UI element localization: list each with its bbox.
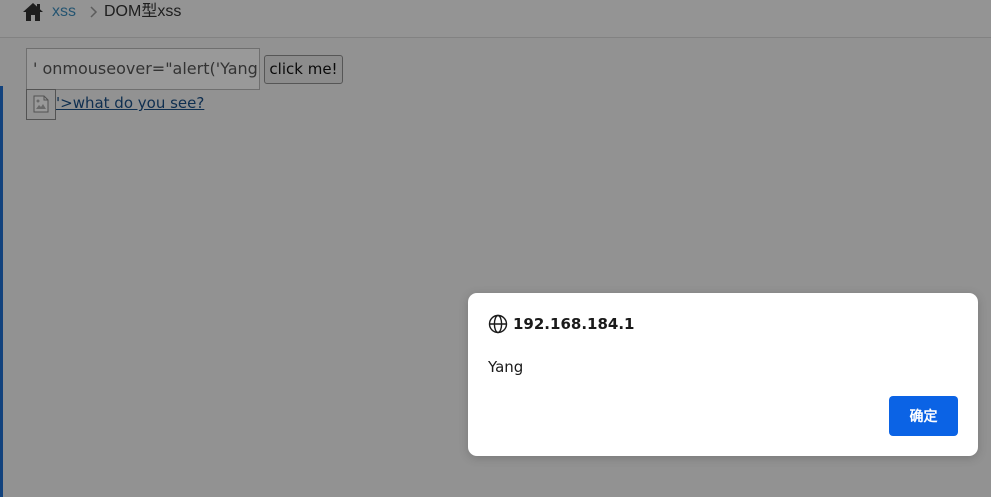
globe-icon xyxy=(488,314,508,334)
alert-dialog: 192.168.184.1 Yang 确定 xyxy=(468,293,978,456)
dialog-origin: 192.168.184.1 xyxy=(513,315,635,333)
ok-button[interactable]: 确定 xyxy=(889,396,958,436)
dialog-message: Yang xyxy=(488,358,524,376)
